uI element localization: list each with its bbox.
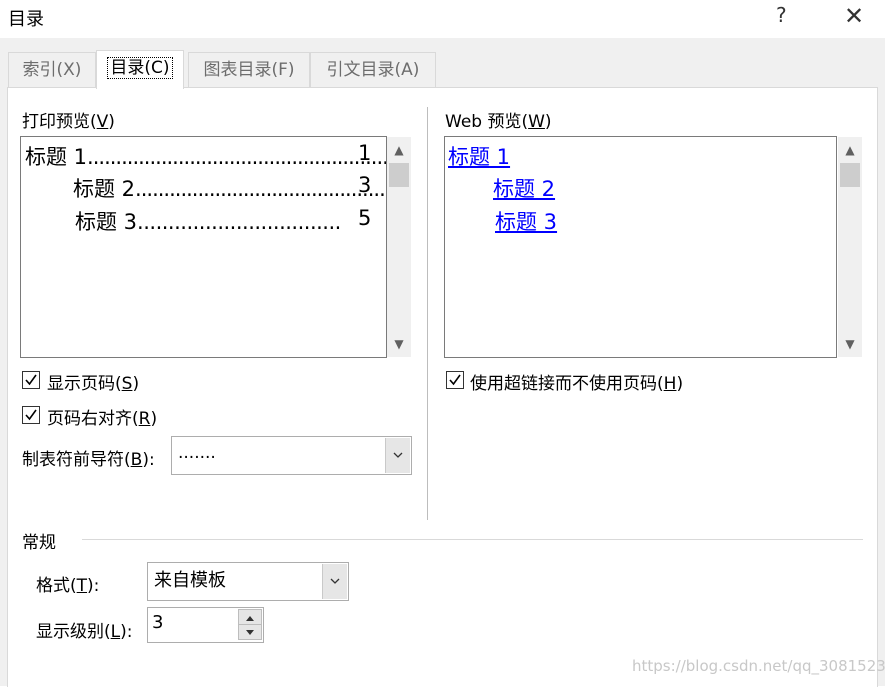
close-button[interactable]: ✕ — [840, 2, 868, 30]
print-preview-page-3: 5 — [358, 206, 372, 230]
checkmark-icon — [25, 374, 37, 386]
right-align-label: 页码右对齐(R) — [47, 409, 158, 429]
window-title: 目录 — [8, 9, 44, 30]
print-preview-page-2: 3 — [358, 173, 372, 197]
show-page-numbers-checkbox[interactable] — [22, 371, 40, 389]
web-preview-scrollbar[interactable]: ▲ ▼ — [838, 137, 862, 357]
scroll-thumb[interactable] — [389, 163, 409, 187]
use-hyperlinks-label: 使用超链接而不使用页码(H) — [470, 374, 684, 394]
web-preview-link-2[interactable]: 标题 2 — [493, 173, 555, 203]
tab-leader-label: 制表符前导符(B): — [22, 450, 155, 470]
scroll-down-icon[interactable]: ▼ — [838, 333, 862, 355]
help-button[interactable]: ? — [776, 3, 787, 27]
formats-label: 格式(T): — [36, 576, 100, 596]
tab-table-of-figures[interactable]: 图表目录(F) — [188, 52, 310, 87]
title-bar: 目录 ? ✕ — [0, 0, 885, 38]
checkmark-icon — [25, 409, 37, 421]
chevron-down-icon — [393, 452, 403, 458]
print-preview-box: 标题 1....................................… — [20, 136, 387, 358]
general-divider — [82, 539, 863, 540]
web-preview-link-1[interactable]: 标题 1 — [448, 141, 510, 171]
show-page-numbers-label: 显示页码(S) — [47, 374, 140, 394]
column-divider — [427, 107, 428, 520]
print-preview-scrollbar[interactable]: ▲ ▼ — [387, 137, 411, 357]
scroll-thumb[interactable] — [840, 163, 860, 187]
spin-up-button[interactable] — [238, 609, 262, 625]
formats-select[interactable]: 来自模板 — [147, 562, 349, 601]
triangle-up-icon — [246, 616, 254, 621]
tab-table-of-figures-label: 图表目录(F) — [203, 60, 295, 80]
scroll-down-icon[interactable]: ▼ — [387, 333, 411, 355]
web-preview-box: 标题 1 标题 2 标题 3 — [444, 136, 837, 358]
tab-leader-select[interactable]: ....... — [171, 436, 412, 475]
watermark: https://blog.csdn.net/qq_30815237 — [632, 657, 885, 675]
tab-toc[interactable]: 目录(C) — [96, 50, 184, 89]
web-preview-label: Web 预览(W) — [445, 112, 552, 132]
print-preview-line-3: 标题 3................................. — [75, 210, 341, 234]
scroll-up-icon[interactable]: ▲ — [838, 139, 862, 161]
print-preview-line-2: 标题 2....................................… — [73, 177, 387, 201]
spin-down-button[interactable] — [238, 624, 262, 640]
tab-leader-value: ....... — [178, 443, 216, 463]
tab-toc-label: 目录(C) — [107, 57, 173, 79]
print-preview-label: 打印预览(V) — [22, 112, 115, 132]
tab-index-label: 索引(X) — [22, 60, 82, 80]
tab-table-of-authorities[interactable]: 引文目录(A) — [310, 52, 436, 87]
tab-table-of-authorities-label: 引文目录(A) — [326, 60, 420, 80]
print-preview-page-1: 1 — [358, 141, 372, 165]
dropdown-button[interactable] — [322, 564, 347, 599]
dropdown-button[interactable] — [385, 438, 410, 473]
chevron-down-icon — [330, 578, 340, 584]
web-preview-link-3[interactable]: 标题 3 — [495, 206, 557, 236]
formats-value: 来自模板 — [154, 570, 226, 591]
use-hyperlinks-checkbox[interactable] — [446, 371, 464, 389]
levels-label: 显示级别(L): — [36, 622, 133, 642]
triangle-down-icon — [246, 630, 254, 635]
checkmark-icon — [449, 374, 461, 386]
tab-index[interactable]: 索引(X) — [8, 52, 96, 87]
right-align-checkbox[interactable] — [22, 406, 40, 424]
scroll-up-icon[interactable]: ▲ — [387, 139, 411, 161]
general-heading: 常规 — [22, 533, 56, 553]
print-preview-line-1: 标题 1....................................… — [25, 145, 387, 169]
levels-value: 3 — [152, 612, 164, 633]
levels-spinner[interactable]: 3 — [147, 607, 264, 643]
